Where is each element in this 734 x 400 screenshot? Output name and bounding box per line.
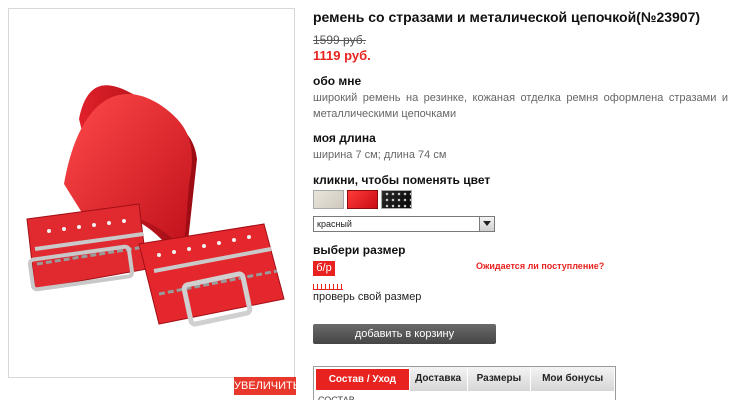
length-heading: моя длина bbox=[313, 131, 376, 145]
product-title: ремень со стразами и металической цепочк… bbox=[313, 9, 701, 25]
availability-link[interactable]: Ожидается ли поступление? bbox=[476, 261, 604, 271]
belt-image bbox=[26, 85, 285, 327]
zoom-button[interactable]: УВЕЛИЧИТЬ bbox=[234, 377, 300, 395]
tab-bonuses[interactable]: Мои бонусы bbox=[531, 367, 615, 391]
info-tabs: Состав / Уход Доставка Размеры Мои бонус… bbox=[313, 366, 616, 400]
color-swatch-black[interactable] bbox=[381, 190, 412, 209]
about-text: широкий ремень на резинке, кожаная отдел… bbox=[313, 92, 728, 120]
length-text: ширина 7 см; длина 74 см bbox=[313, 149, 447, 161]
tab-bar: Состав / Уход Доставка Размеры Мои бонус… bbox=[314, 367, 615, 391]
color-select-value: красный bbox=[317, 219, 352, 229]
size-heading: выбери размер bbox=[313, 243, 406, 257]
old-price: 1599 руб. bbox=[313, 33, 366, 47]
color-swatches bbox=[313, 190, 412, 209]
tab-delivery[interactable]: Доставка bbox=[409, 367, 468, 391]
tab-composition[interactable]: Состав / Уход bbox=[316, 369, 410, 390]
product-image[interactable] bbox=[8, 8, 295, 378]
color-swatch-red[interactable] bbox=[347, 190, 378, 209]
new-price: 1119 руб. bbox=[313, 48, 371, 63]
about-heading: обо мне bbox=[313, 74, 362, 88]
tab-content-heading: СОСТАВ bbox=[318, 395, 355, 400]
size-option[interactable]: б/р bbox=[313, 261, 335, 276]
color-heading: кликни, чтобы поменять цвет bbox=[313, 173, 491, 187]
chevron-down-icon[interactable] bbox=[479, 217, 494, 231]
add-to-cart-button[interactable]: добавить в корзину bbox=[313, 324, 496, 344]
tab-sizes[interactable]: Размеры bbox=[467, 367, 532, 391]
check-size-link[interactable]: проверь свой размер bbox=[313, 291, 421, 303]
ruler-icon bbox=[313, 284, 343, 290]
color-select[interactable]: красный bbox=[313, 216, 495, 232]
color-swatch-beige[interactable] bbox=[313, 190, 344, 209]
